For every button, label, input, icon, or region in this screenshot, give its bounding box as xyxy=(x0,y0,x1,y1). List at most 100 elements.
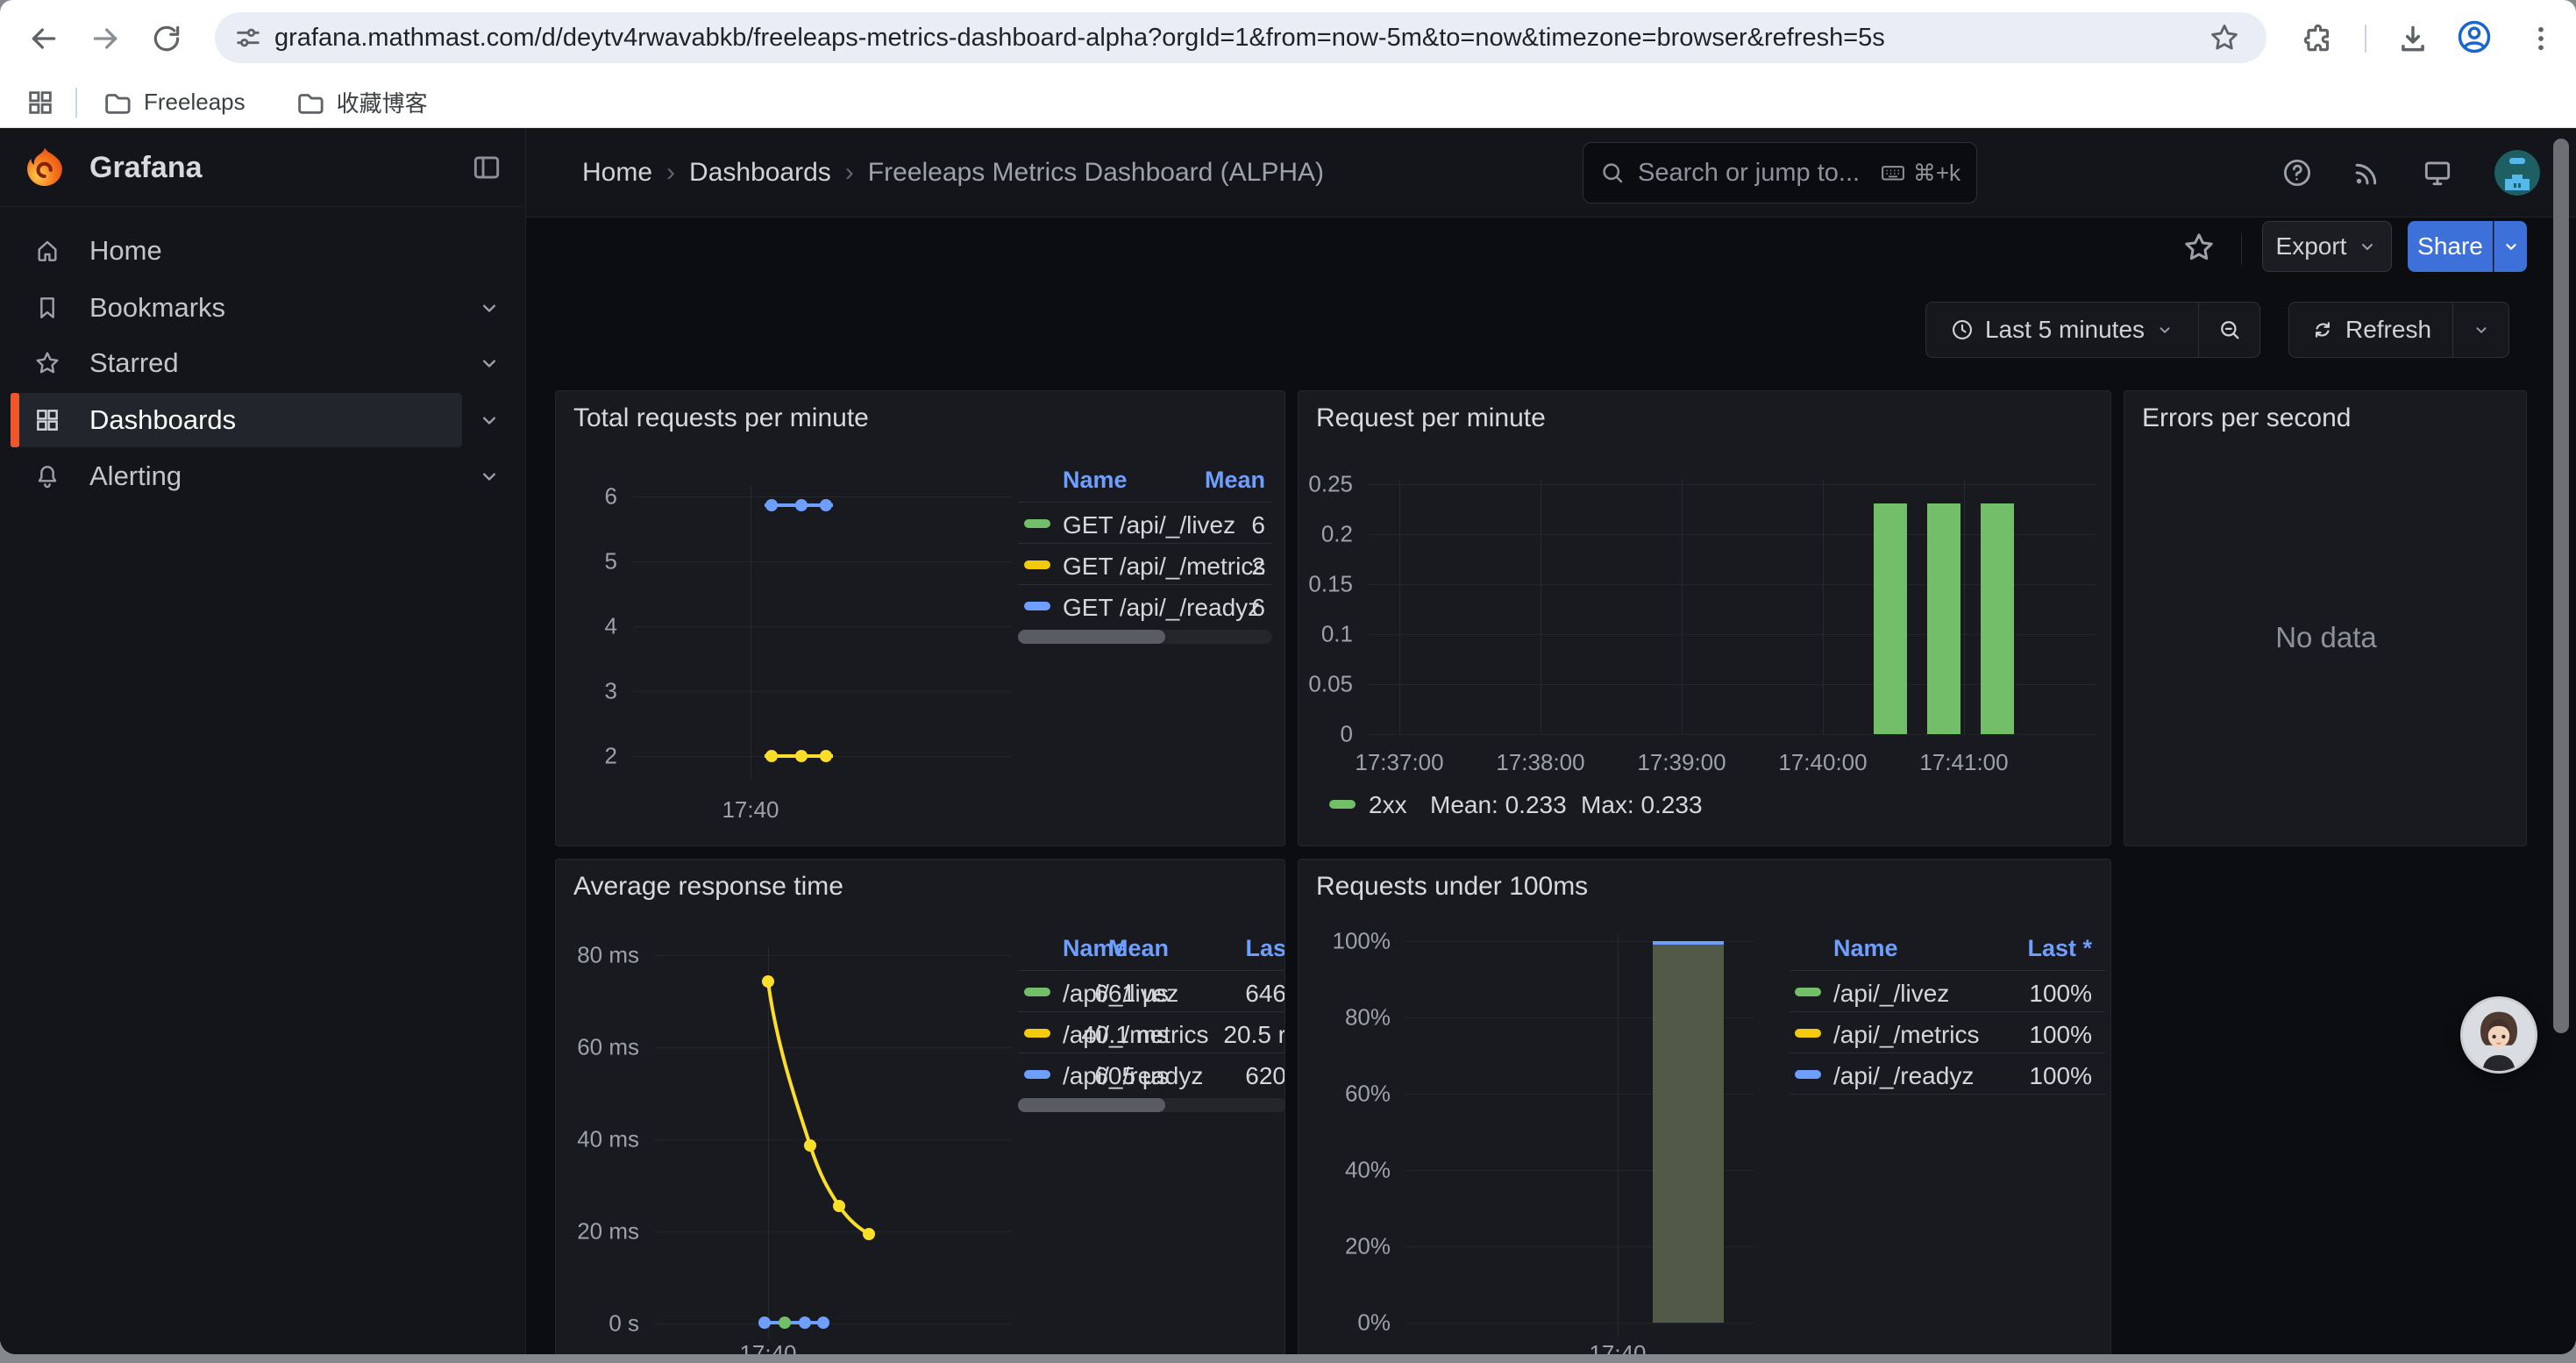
panel-total-requests[interactable]: Total requests per minute 6 5 4 3 2 xyxy=(555,390,1285,846)
grafana-logo[interactable] xyxy=(23,146,67,189)
x-axis-tick: 17:40 xyxy=(1574,1340,1662,1354)
breadcrumb-separator: › xyxy=(652,158,689,188)
series-color-pill xyxy=(1024,519,1050,528)
legend-mean-stat: Mean: 0.233 xyxy=(1430,791,1567,819)
search-icon xyxy=(1599,160,1626,186)
panel-title: Errors per second xyxy=(2142,403,2351,433)
time-range-label: Last 5 minutes xyxy=(1985,316,2145,344)
series-color-pill xyxy=(1795,1029,1821,1038)
bookmark-folder-freeleaps[interactable]: Freeleaps xyxy=(102,88,246,118)
panel-title: Total requests per minute xyxy=(573,403,869,433)
breadcrumb-current: Freeleaps Metrics Dashboard (ALPHA) xyxy=(868,158,1324,188)
bookmark-folder-blogs[interactable]: 收藏博客 xyxy=(295,86,428,118)
extensions-icon[interactable] xyxy=(2299,19,2338,58)
floating-avatar[interactable] xyxy=(2460,996,2537,1074)
chevron-down-icon xyxy=(2472,320,2491,339)
browser-window: grafana.mathmast.com/d/deytv4rwavabkb/fr… xyxy=(0,0,2576,1354)
series-color-pill xyxy=(1024,1029,1050,1038)
reload-icon[interactable] xyxy=(147,19,186,58)
series-color-pill xyxy=(1024,560,1050,569)
series-color-pill xyxy=(1795,988,1821,996)
sidebar-item-starred[interactable]: Starred xyxy=(0,336,526,390)
page-scrollbar[interactable] xyxy=(2553,139,2569,1033)
menu-dots-icon[interactable] xyxy=(2522,19,2560,58)
legend-last-header[interactable]: Last * xyxy=(1987,935,2092,962)
site-info-icon[interactable] xyxy=(229,18,267,57)
search-box[interactable]: ⌘+k xyxy=(1583,142,1977,203)
series-color-pill xyxy=(1795,1070,1821,1079)
legend-series-label: 2xx xyxy=(1369,791,1407,819)
refresh-interval-dropdown[interactable] xyxy=(2452,303,2508,357)
toolbar-divider xyxy=(2365,25,2366,53)
apps-grid-icon[interactable] xyxy=(21,83,60,122)
sidebar-item-home[interactable]: Home xyxy=(0,224,526,278)
sidebar-item-label: Home xyxy=(89,235,162,267)
search-shortcut: ⌘+k xyxy=(1880,160,1960,187)
url-text[interactable]: grafana.mathmast.com/d/deytv4rwavabkb/fr… xyxy=(274,24,2205,53)
chevron-down-icon[interactable] xyxy=(477,296,502,320)
bell-icon xyxy=(33,462,61,490)
bookmark-label: Freeleaps xyxy=(144,89,246,116)
breadcrumb-home[interactable]: Home xyxy=(582,158,652,188)
main-area: Home › Dashboards › Freeleaps Metrics Da… xyxy=(526,128,2576,1354)
share-dropdown-button[interactable] xyxy=(2494,221,2527,272)
legend-max-stat: Max: 0.233 xyxy=(1581,791,1703,819)
legend-mean-header[interactable]: Mean xyxy=(1046,935,1169,962)
sidebar-item-label: Starred xyxy=(89,347,179,379)
legend-last-header[interactable]: Las xyxy=(1199,935,1285,962)
downloads-icon[interactable] xyxy=(2394,19,2432,58)
folder-icon xyxy=(295,88,324,118)
share-button[interactable]: Share xyxy=(2408,221,2493,272)
news-rss-icon[interactable] xyxy=(2350,155,2385,190)
bookmarks-bar: Freeleaps 收藏博客 xyxy=(0,77,2576,128)
favorite-dashboard-star-icon[interactable] xyxy=(2181,230,2217,265)
bar[interactable] xyxy=(1981,503,2014,734)
panel-title: Request per minute xyxy=(1316,403,1546,433)
back-icon[interactable] xyxy=(25,19,63,58)
legend-scrollbar[interactable] xyxy=(1018,630,1272,644)
dashboards-grid-icon xyxy=(33,406,61,434)
panel-requests-under-100ms[interactable]: Requests under 100ms 100% 80% 60% 40% 20… xyxy=(1298,859,2111,1354)
panel-avg-response-time[interactable]: Average response time 80 ms 60 ms 40 ms … xyxy=(555,859,1285,1354)
line-chart xyxy=(654,943,1012,1346)
sidebar-item-bookmarks[interactable]: Bookmarks xyxy=(0,281,526,335)
chevron-down-icon[interactable] xyxy=(477,351,502,375)
chevron-down-icon xyxy=(2155,320,2174,339)
time-range-picker[interactable]: Last 5 minutes xyxy=(1926,303,2198,357)
sidebar-item-label: Bookmarks xyxy=(89,292,225,324)
search-input[interactable] xyxy=(1638,159,1868,188)
sidebar-item-dashboards[interactable]: Dashboards xyxy=(0,393,526,447)
legend-name-header[interactable]: Name xyxy=(1063,467,1128,494)
refresh-group: Refresh xyxy=(2288,302,2509,358)
help-icon[interactable] xyxy=(2280,155,2315,190)
breadcrumb-dashboards[interactable]: Dashboards xyxy=(689,158,831,188)
bookmark-star-icon[interactable] xyxy=(2205,18,2244,57)
monitor-icon[interactable] xyxy=(2420,155,2455,190)
zoom-out-button[interactable] xyxy=(2198,303,2259,357)
home-icon xyxy=(33,237,61,265)
area-series[interactable] xyxy=(1653,941,1724,1323)
sidebar-header: Grafana xyxy=(0,128,526,207)
address-bar[interactable]: grafana.mathmast.com/d/deytv4rwavabkb/fr… xyxy=(215,12,2266,63)
export-button[interactable]: Export xyxy=(2262,221,2392,272)
chevron-down-icon[interactable] xyxy=(477,464,502,489)
legend-name-header[interactable]: Name xyxy=(1833,935,1898,962)
forward-icon[interactable] xyxy=(86,19,125,58)
collapse-sidebar-icon[interactable] xyxy=(470,151,503,184)
time-range-group: Last 5 minutes xyxy=(1925,302,2260,358)
profile-icon[interactable] xyxy=(2455,18,2494,56)
panel-errors-per-second[interactable]: Errors per second No data xyxy=(2124,390,2527,846)
legend-scrollbar[interactable] xyxy=(1018,1098,1285,1112)
user-avatar[interactable] xyxy=(2494,150,2540,196)
panel-title: Requests under 100ms xyxy=(1316,872,1588,902)
refresh-button[interactable]: Refresh xyxy=(2289,303,2452,357)
legend-mean-header[interactable]: Mean xyxy=(1134,467,1265,494)
sidebar-item-alerting[interactable]: Alerting xyxy=(0,449,526,503)
panel-request-per-minute[interactable]: Request per minute 0.25 0.2 0.15 0.1 0.0… xyxy=(1298,390,2111,846)
refresh-icon xyxy=(2310,318,2335,342)
bar[interactable] xyxy=(1874,503,1907,734)
x-axis-tick: 17:40 xyxy=(707,796,794,824)
bar[interactable] xyxy=(1927,503,1960,734)
sidebar-item-label: Dashboards xyxy=(89,404,236,436)
chevron-down-icon[interactable] xyxy=(477,408,502,432)
